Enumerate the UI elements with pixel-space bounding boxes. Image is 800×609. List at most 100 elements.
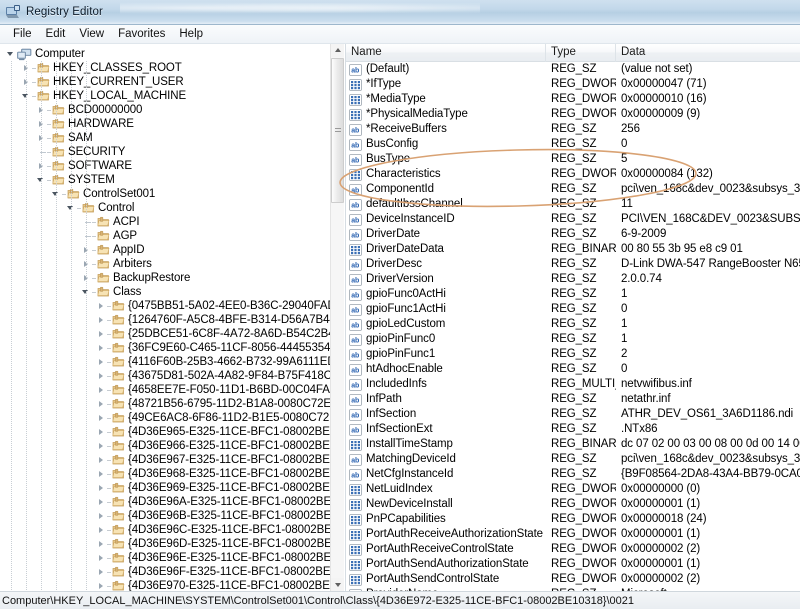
tree-node[interactable]: SAM	[0, 131, 330, 145]
expand-arrow-right-icon[interactable]	[96, 481, 107, 495]
tree-node[interactable]: {4D36E96F-E325-11CE-BFC1-08002BE10318}	[0, 565, 330, 579]
tree-node[interactable]: HKEY_CURRENT_USER	[0, 75, 330, 89]
value-row[interactable]: ab (Default) REG_SZ (value not set)	[346, 62, 800, 77]
value-row[interactable]: ab InfPath REG_SZ netathr.inf	[346, 392, 800, 407]
tree-node[interactable]: {4658EE7E-F050-11D1-B6BD-00C04FA372A7}	[0, 383, 330, 397]
value-row[interactable]: Characteristics REG_DWORD 0x00000084 (132)	[346, 167, 800, 182]
expand-arrow-right-icon[interactable]	[96, 299, 107, 313]
menu-item-edit[interactable]: Edit	[39, 26, 73, 43]
value-row[interactable]: *PhysicalMediaType REG_DWORD 0x00000009 (9…	[346, 107, 800, 122]
expand-arrow-right-icon[interactable]	[96, 467, 107, 481]
value-row[interactable]: ab defaultIbssChannel REG_SZ 11	[346, 197, 800, 212]
value-row[interactable]: ab DeviceInstanceID REG_SZ PCI\VEN_168C&DEV…	[346, 212, 800, 227]
expand-arrow-right-icon[interactable]	[96, 327, 107, 341]
expand-arrow-right-icon[interactable]	[96, 495, 107, 509]
value-row[interactable]: PortAuthReceiveControlState REG_DWORD 0x00…	[346, 542, 800, 557]
value-row[interactable]: ab InfSection REG_SZ ATHR_DEV_OS61_3A6D1186…	[346, 407, 800, 422]
value-row[interactable]: PortAuthReceiveAuthorizationState REG_DWO…	[346, 527, 800, 542]
tree-node[interactable]: SOFTWARE	[0, 159, 330, 173]
tree-node[interactable]: HARDWARE	[0, 117, 330, 131]
value-row[interactable]: PortAuthSendAuthorizationState REG_DWORD 0…	[346, 557, 800, 572]
menu-item-file[interactable]: File	[6, 26, 39, 43]
value-row[interactable]: NetLuidIndex REG_DWORD 0x00000000 (0)	[346, 482, 800, 497]
tree-node[interactable]: {25DBCE51-6C8F-4A72-8A6D-B54C2B4FC835}	[0, 327, 330, 341]
expand-arrow-right-icon[interactable]	[96, 439, 107, 453]
tree-node[interactable]: SYSTEM	[0, 173, 330, 187]
expand-arrow-right-icon[interactable]	[96, 383, 107, 397]
scroll-up-arrow-icon[interactable]	[331, 44, 344, 57]
value-row[interactable]: ab gpioFunc1ActHi REG_SZ 0	[346, 302, 800, 317]
expand-arrow-right-icon[interactable]	[96, 453, 107, 467]
tree-node[interactable]: Arbiters	[0, 257, 330, 271]
tree-node[interactable]: {4D36E967-E325-11CE-BFC1-08002BE10318}	[0, 453, 330, 467]
tree-node[interactable]: {48721B56-6795-11D2-B1A8-0080C72E74A2}	[0, 397, 330, 411]
tree-node[interactable]: AGP	[0, 229, 330, 243]
column-header-type[interactable]: Type	[546, 44, 616, 62]
tree-node[interactable]: {4D36E96C-E325-11CE-BFC1-08002BE10318}	[0, 523, 330, 537]
tree-node[interactable]: AppID	[0, 243, 330, 257]
value-row[interactable]: ab NetCfgInstanceId REG_SZ {B9F08564-2DA8-4…	[346, 467, 800, 482]
tree-node[interactable]: {4D36E969-E325-11CE-BFC1-08002BE10318}	[0, 481, 330, 495]
expand-arrow-right-icon[interactable]	[96, 397, 107, 411]
expand-arrow-right-icon[interactable]	[96, 411, 107, 425]
tree-node[interactable]: BackupRestore	[0, 271, 330, 285]
value-row[interactable]: ab gpioPinFunc1 REG_SZ 2	[346, 347, 800, 362]
menu-item-view[interactable]: View	[72, 26, 111, 43]
expand-arrow-right-icon[interactable]	[96, 509, 107, 523]
tree-node[interactable]: HKEY_CLASSES_ROOT	[0, 61, 330, 75]
tree-node[interactable]: {4D36E970-E325-11CE-BFC1-08002BE10318}	[0, 579, 330, 591]
value-row[interactable]: ab gpioFunc0ActHi REG_SZ 1	[346, 287, 800, 302]
tree-node[interactable]: {49CE6AC8-6F86-11D2-B1E5-0080C72E74A2}	[0, 411, 330, 425]
tree-node[interactable]: Class	[0, 285, 330, 299]
value-row[interactable]: InstallTimeStamp REG_BINARY dc 07 02 00 03…	[346, 437, 800, 452]
value-row[interactable]: ab BusConfig REG_SZ 0	[346, 137, 800, 152]
tree-node[interactable]: {4D36E96E-E325-11CE-BFC1-08002BE10318}	[0, 551, 330, 565]
expand-arrow-right-icon[interactable]	[96, 425, 107, 439]
value-row[interactable]: ab DriverDesc REG_SZ D-Link DWA-547 RangeBo…	[346, 257, 800, 272]
value-row[interactable]: PortAuthSendControlState REG_DWORD 0x00000…	[346, 572, 800, 587]
value-row[interactable]: ab DriverDate REG_SZ 6-9-2009	[346, 227, 800, 242]
menu-item-help[interactable]: Help	[172, 26, 210, 43]
value-row[interactable]: ab DriverVersion REG_SZ 2.0.0.74	[346, 272, 800, 287]
value-row[interactable]: NewDeviceInstall REG_DWORD 0x00000001 (1)	[346, 497, 800, 512]
value-row[interactable]: ab BusType REG_SZ 5	[346, 152, 800, 167]
value-row[interactable]: ab InfSectionExt REG_SZ .NTx86	[346, 422, 800, 437]
tree-node[interactable]: ACPI	[0, 215, 330, 229]
tree-node[interactable]: ControlSet001	[0, 187, 330, 201]
tree-node[interactable]: {43675D81-502A-4A82-9F84-B75F418C5DEA}	[0, 369, 330, 383]
value-row[interactable]: ab IncludedInfs REG_MULTI_SZ netvwifibus.in…	[346, 377, 800, 392]
tree-node[interactable]: {0475BB51-5A02-4EE0-B36C-29040FAD2650}	[0, 299, 330, 313]
tree-node[interactable]: Computer	[0, 47, 330, 61]
tree-node[interactable]: Control	[0, 201, 330, 215]
tree-node[interactable]: {4D36E968-E325-11CE-BFC1-08002BE10318}	[0, 467, 330, 481]
expand-arrow-right-icon[interactable]	[96, 537, 107, 551]
tree-node[interactable]: HKEY_LOCAL_MACHINE	[0, 89, 330, 103]
tree-node[interactable]: {1264760F-A5C8-4BFE-B314-D56A7B44A362}	[0, 313, 330, 327]
value-row[interactable]: ab *ReceiveBuffers REG_SZ 256	[346, 122, 800, 137]
expand-arrow-right-icon[interactable]	[96, 341, 107, 355]
expand-arrow-right-icon[interactable]	[96, 313, 107, 327]
scroll-down-arrow-icon[interactable]	[331, 578, 344, 591]
tree-node[interactable]: {36FC9E60-C465-11CF-8056-444553540000}	[0, 341, 330, 355]
column-header-name[interactable]: Name	[346, 44, 546, 62]
expand-arrow-right-icon[interactable]	[96, 355, 107, 369]
tree-node[interactable]: {4D36E96D-E325-11CE-BFC1-08002BE10318}	[0, 537, 330, 551]
value-row[interactable]: ab htAdhocEnable REG_SZ 0	[346, 362, 800, 377]
menu-item-favorites[interactable]: Favorites	[111, 26, 172, 43]
value-row[interactable]: DriverDateData REG_BINARY 00 80 55 3b 95 e…	[346, 242, 800, 257]
expand-arrow-right-icon[interactable]	[96, 579, 107, 591]
value-row[interactable]: ab gpioPinFunc0 REG_SZ 1	[346, 332, 800, 347]
expand-arrow-right-icon[interactable]	[96, 551, 107, 565]
expand-arrow-down-icon[interactable]	[6, 47, 17, 61]
tree-vertical-scrollbar[interactable]	[330, 44, 344, 591]
value-row[interactable]: *MediaType REG_DWORD 0x00000010 (16)	[346, 92, 800, 107]
value-row[interactable]: PnPCapabilities REG_DWORD 0x00000018 (24)	[346, 512, 800, 527]
tree-node[interactable]: {4D36E96B-E325-11CE-BFC1-08002BE10318}	[0, 509, 330, 523]
tree-node[interactable]: {4D36E96A-E325-11CE-BFC1-08002BE10318}	[0, 495, 330, 509]
tree-node[interactable]: SECURITY	[0, 145, 330, 159]
value-row[interactable]: ab ComponentId REG_SZ pci\ven_168c&dev_0023…	[346, 182, 800, 197]
expand-arrow-right-icon[interactable]	[96, 369, 107, 383]
scrollbar-thumb[interactable]	[331, 58, 344, 203]
expand-arrow-right-icon[interactable]	[96, 523, 107, 537]
tree-node[interactable]: BCD00000000	[0, 103, 330, 117]
